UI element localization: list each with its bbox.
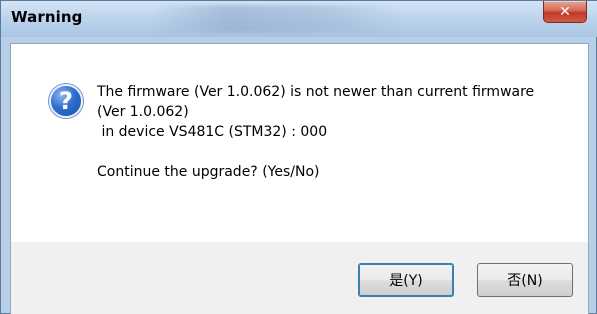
close-icon: ✕ [559,3,571,20]
message-area: ? The firmware (Ver 1.0.062) is not newe… [11,44,588,242]
no-button[interactable]: 否(N) [477,263,573,297]
message-line-2: (Ver 1.0.062) [97,104,189,120]
message-line-4: Continue the upgrade? (Yes/No) [97,164,320,180]
message-text: The firmware (Ver 1.0.062) is not newer … [97,82,534,182]
message-line-1: The firmware (Ver 1.0.062) is not newer … [97,84,535,100]
message-line-3: in device VS481C (STM32) : 000 [97,124,328,140]
title-bar[interactable]: Warning ✕ [1,1,597,37]
dialog-client-area: ? The firmware (Ver 1.0.062) is not newe… [10,43,589,314]
question-icon-glyph: ? [59,87,73,115]
background-ghost [151,5,401,33]
close-button[interactable]: ✕ [543,1,587,23]
window-title: Warning [11,8,83,26]
question-icon: ? [49,84,83,118]
warning-dialog: Warning ✕ ? The firmware (Ver 1.0.062) i… [0,0,597,314]
yes-button[interactable]: 是(Y) [358,263,454,297]
